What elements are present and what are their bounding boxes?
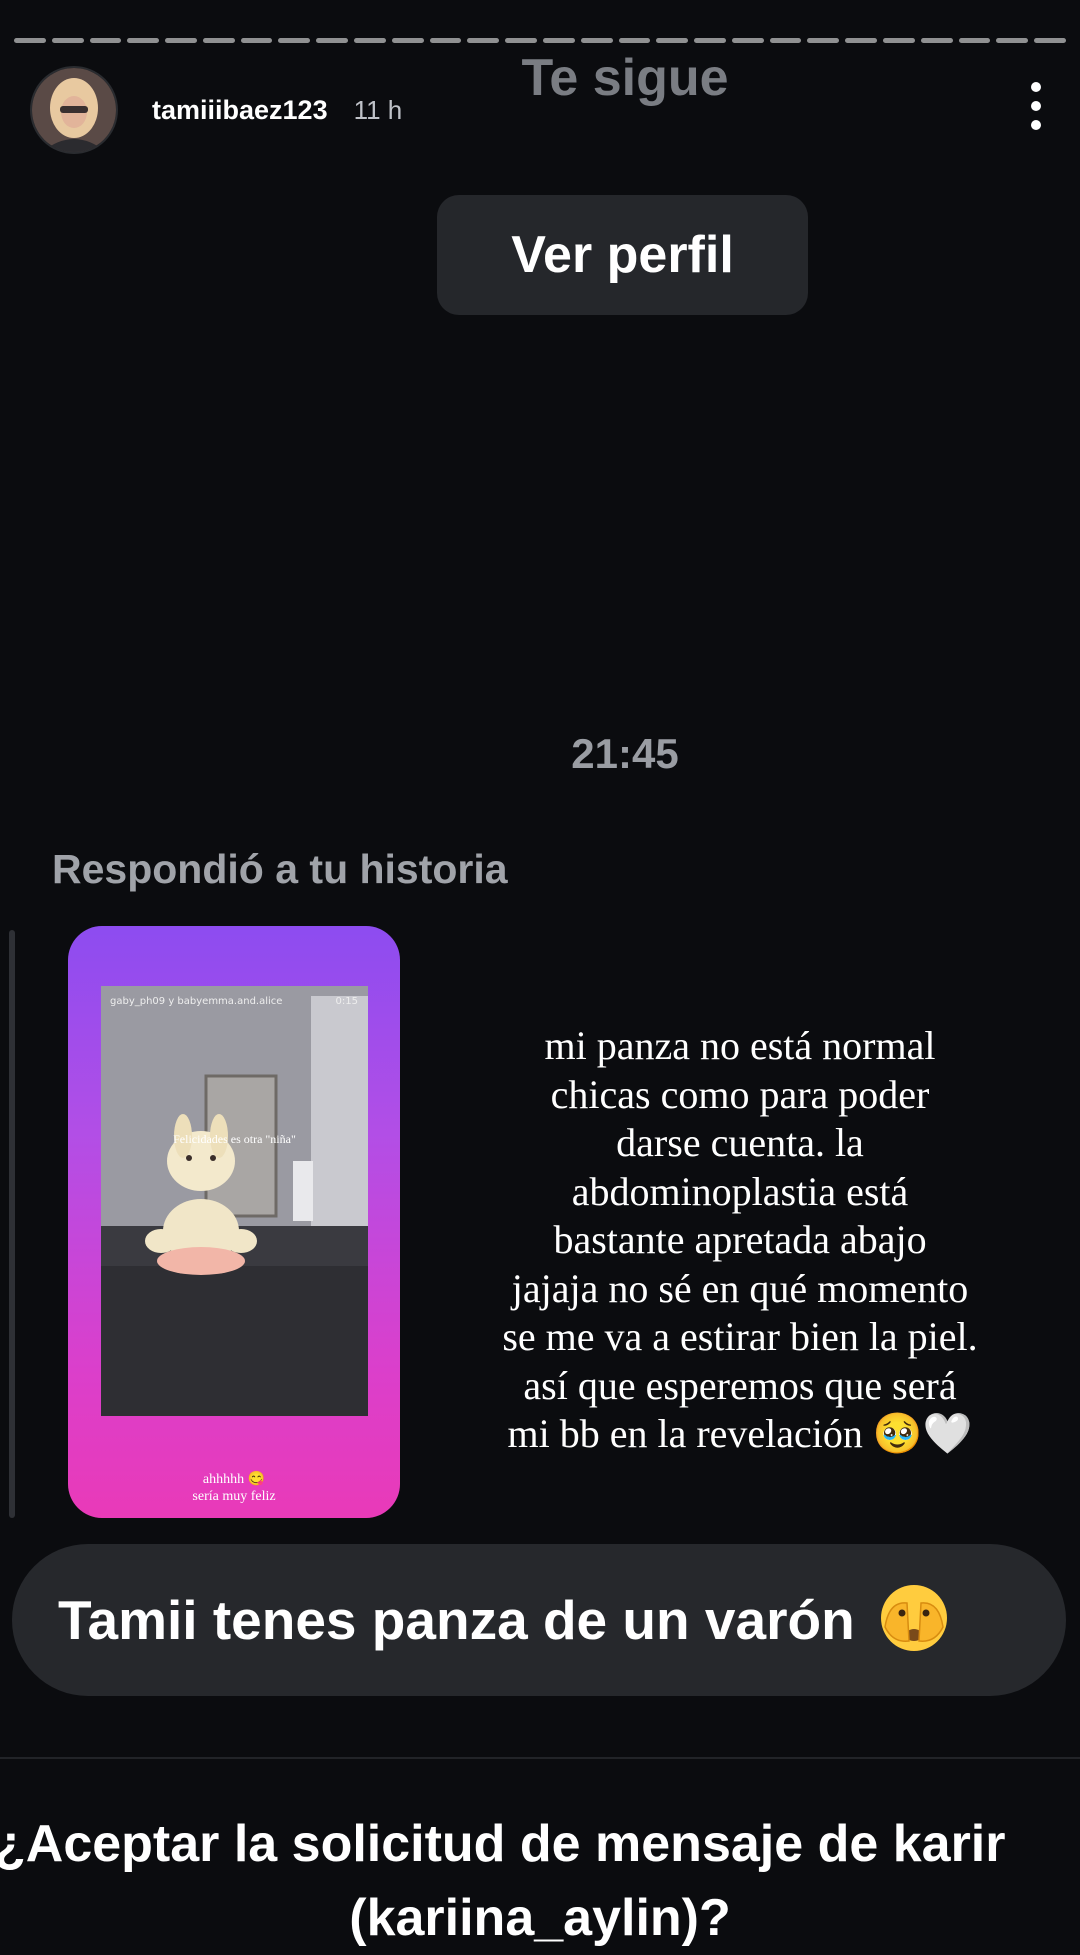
story-card-duration: 0:15	[335, 996, 358, 1007]
story-text-line: darse cuenta. la	[616, 1120, 864, 1165]
progress-segment	[656, 38, 689, 43]
progress-segment	[996, 38, 1029, 43]
story-progress-bar	[14, 38, 1066, 43]
story-card-caption: Felicidades es otra "niña"	[173, 1132, 296, 1146]
accept-request-prompt: ¿Aceptar la solicitud de mensaje de kari…	[0, 1815, 1006, 1873]
story-text-line: mi bb en la revelación 🥹🤍	[507, 1411, 973, 1456]
story-text-line: abdominoplastia está	[571, 1168, 909, 1214]
progress-segment	[694, 38, 726, 43]
story-preview-card[interactable]: gaby_ph09 y babyemma.and.alice 0:15 Feli…	[68, 926, 400, 1518]
progress-segment	[14, 38, 46, 43]
story-card-header: gaby_ph09 y babyemma.and.alice 0:15	[110, 996, 358, 1007]
story-card-bottom-text: ahhhhh 😋 sería muy feliz	[68, 1471, 400, 1505]
accept-request-username: (kariina_aylin)?	[349, 1889, 731, 1947]
dot	[1031, 82, 1041, 92]
progress-segment	[505, 38, 537, 43]
progress-segment	[845, 38, 877, 43]
progress-segment	[542, 38, 575, 43]
story-card-bottom-line: sería muy feliz	[192, 1489, 276, 1504]
progress-segment	[1034, 38, 1066, 43]
progress-segment	[278, 38, 311, 43]
story-text-line: jajaja no sé en qué momento	[511, 1265, 969, 1311]
more-options-icon[interactable]	[1028, 82, 1044, 130]
story-header: tamiiibaez123 11 h	[30, 66, 402, 154]
story-text-line: chicas como para poder	[550, 1071, 930, 1117]
story-username[interactable]: tamiiibaez123	[152, 95, 328, 126]
story-card-bottom-line: ahhhhh 😋	[202, 1472, 266, 1487]
progress-segment	[316, 38, 349, 43]
story-text-line: se me va a estirar bien la piel.	[502, 1314, 978, 1359]
progress-segment	[391, 38, 424, 43]
progress-segment	[127, 38, 160, 43]
view-profile-button[interactable]: Ver perfil	[437, 195, 808, 315]
replied-to-story-label: Respondió a tu historia	[52, 846, 508, 892]
progress-segment	[882, 38, 915, 43]
avatar[interactable]	[30, 66, 118, 154]
story-text-line: bastante apretada abajo	[553, 1217, 927, 1262]
face-with-peeking-eye-emoji	[879, 1583, 949, 1658]
story-card-accounts: gaby_ph09 y babyemma.and.alice	[110, 996, 283, 1007]
message-bubble[interactable]: Tamii tenes panza de un varón	[12, 1544, 1066, 1696]
story-text-line: así que esperemos que será	[523, 1362, 957, 1408]
dot	[1031, 101, 1041, 111]
story-photo	[101, 986, 368, 1416]
progress-segment	[958, 38, 991, 43]
progress-segment	[467, 38, 500, 43]
progress-segment	[618, 38, 651, 43]
story-time: 11 h	[353, 94, 403, 125]
reply-indicator-bar	[9, 930, 15, 1518]
progress-segment	[920, 38, 953, 43]
progress-segment	[51, 38, 84, 43]
progress-segment	[89, 38, 122, 43]
progress-segment	[807, 38, 840, 43]
dot	[1031, 120, 1041, 130]
divider	[0, 1757, 1080, 1759]
message-text: Tamii tenes panza de un varón	[58, 1589, 855, 1651]
story-text-line: mi panza no está normal	[544, 1023, 936, 1068]
progress-segment	[580, 38, 613, 43]
progress-segment	[165, 38, 197, 43]
progress-segment	[429, 38, 462, 43]
progress-segment	[731, 38, 764, 43]
progress-segment	[202, 38, 235, 43]
progress-segment	[354, 38, 386, 43]
progress-segment	[240, 38, 273, 43]
progress-segment	[769, 38, 802, 43]
story-text-overlay: mi panza no está normal chicas como para…	[460, 1022, 1020, 1459]
message-timestamp: 21:45	[571, 730, 679, 777]
